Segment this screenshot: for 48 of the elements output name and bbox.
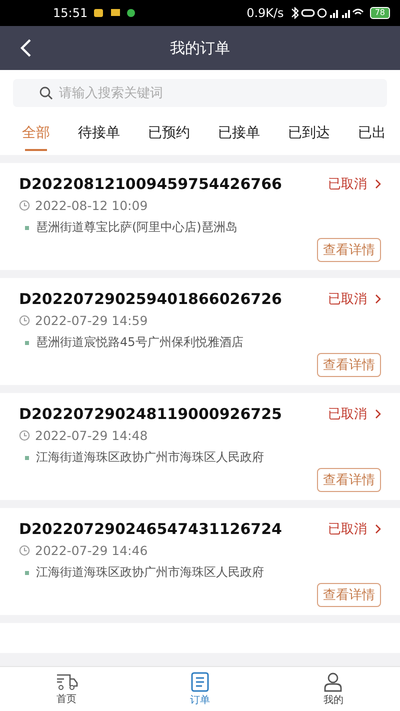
order-number: D202208121009459754426766 (19, 175, 283, 193)
search-icon (39, 86, 53, 100)
filter-tab[interactable]: 待接单 (68, 115, 138, 155)
clock-icon (19, 430, 30, 441)
order-card[interactable]: D202207290246547431126724 已取消 2022-07-29 14:46 江海街道海珠区政协广州市海珠区人民政府 查看详情 (0, 508, 400, 615)
order-status: 已取消 (328, 406, 367, 423)
order-address: 江海街道海珠区政协广州市海珠区人民政府 (36, 564, 264, 581)
order-address: 琶洲街道尊宝比萨(阿里中心店)琶洲岛 (36, 219, 238, 236)
order-card[interactable]: D202208121009459754426766 已取消 2022-08-12 10:09 琶洲街道尊宝比萨(阿里中心店)琶洲岛 查看详情 (0, 163, 400, 270)
chevron-icon (375, 524, 381, 534)
chevron-icon (375, 409, 381, 419)
clock-icon (19, 315, 30, 326)
order-card[interactable]: D202207290259401866026726 已取消 2022-07-29 14:59 琶洲街道宸悦路45号广州保利悦雅酒店 查看详情 (0, 278, 400, 385)
back-icon[interactable] (20, 39, 32, 57)
order-number: D202207290259401866026726 (19, 290, 283, 308)
filter-tab[interactable]: 已到达 (278, 115, 348, 155)
nav-tab[interactable]: 首页 (0, 667, 134, 711)
network-speed: 0.9K/s (246, 6, 284, 20)
person-icon (323, 672, 344, 692)
clock-icon (19, 545, 30, 556)
clock-icon (19, 200, 30, 211)
order-address: 琶洲街道宸悦路45号广州保利悦雅酒店 (36, 334, 244, 351)
order-time: 2022-08-12 10:09 (35, 198, 148, 213)
order-number: D202207290248119000926725 (19, 405, 283, 423)
nav-tab[interactable]: 订单 (133, 667, 267, 711)
order-time: 2022-07-29 14:46 (35, 543, 148, 558)
notification-icons (94, 8, 138, 18)
chevron-icon (375, 294, 381, 304)
order-status: 已取消 (328, 291, 367, 308)
order-time: 2022-07-29 14:48 (35, 428, 148, 443)
status-time: 15:51 (53, 6, 88, 20)
page-title: 我的订单 (170, 38, 230, 58)
battery-level: 78 (370, 7, 390, 19)
order-card[interactable]: D202207290248119000926725 已取消 2022-07-29 14:48 江海街道海珠区政协广州市海珠区人民政府 查看详情 (0, 393, 400, 500)
order-address: 江海街道海珠区政协广州市海珠区人民政府 (36, 449, 264, 466)
nav-tab[interactable]: 我的 (266, 667, 400, 711)
filter-tab[interactable]: 已预约 (138, 115, 208, 155)
order-time: 2022-07-29 14:59 (35, 313, 148, 328)
order-number: D202207290246547431126724 (19, 520, 283, 538)
search-field[interactable]: 请输入搜索关键词 (13, 79, 387, 107)
filter-tab[interactable]: 已接单 (208, 115, 278, 155)
order-status: 已取消 (328, 521, 367, 538)
chevron-icon (375, 179, 381, 189)
filter-tab[interactable]: 已出 (348, 115, 400, 155)
document-icon (190, 672, 209, 692)
truck-icon (56, 672, 78, 690)
search-input[interactable]: 请输入搜索关键词 (59, 86, 373, 100)
order-status: 已取消 (328, 176, 367, 193)
